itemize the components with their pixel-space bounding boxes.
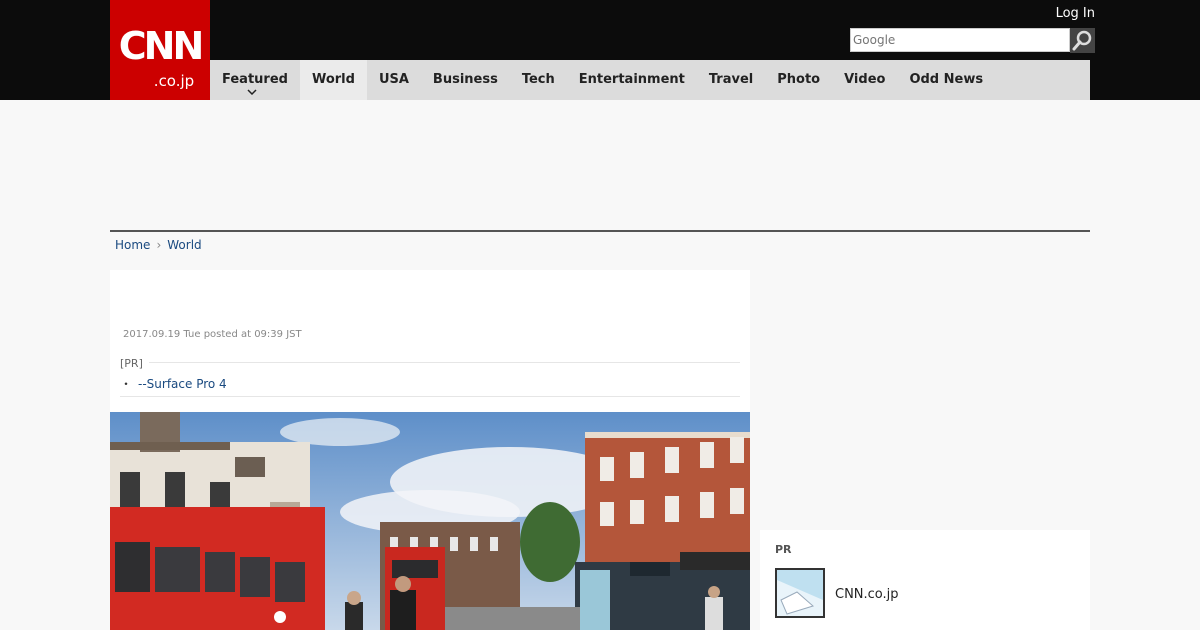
sidebar-pr-label: PR [775, 543, 792, 556]
nav-label: Featured [222, 72, 288, 87]
pr-ad-text: --Surface Pro 4 [138, 377, 227, 391]
pr-ad-link[interactable]: ・ --Surface Pro 4 [120, 375, 227, 392]
nav-item-featured[interactable]: Featured [210, 60, 300, 100]
nav-item-travel[interactable]: Travel [697, 60, 765, 100]
magnifier-icon [1072, 30, 1092, 51]
post-date: 2017.09.19 Tue posted at 09:39 JST [123, 329, 302, 340]
logo-main-text: CNN [118, 24, 205, 68]
nav-item-world[interactable]: World [299, 60, 367, 100]
chevron-right-icon: › [156, 238, 162, 252]
search-input[interactable] [850, 28, 1070, 52]
cnn-logo[interactable]: CNN .co.jp [110, 0, 210, 100]
nav-item-tech[interactable]: Tech [510, 60, 567, 100]
article-card: 2017.09.19 Tue posted at 09:39 JST [PR] … [110, 270, 750, 630]
nav-item-entertainment[interactable]: Entertainment [567, 60, 697, 100]
login-link[interactable]: Log In [1056, 6, 1095, 21]
bullet-icon: ・ [120, 377, 133, 391]
breadcrumb-home[interactable]: Home [115, 238, 150, 252]
nav-item-video[interactable]: Video [832, 60, 897, 100]
pr-divider-bottom [120, 396, 740, 397]
nav-item-usa[interactable]: USA [367, 60, 421, 100]
pr-divider-top [120, 362, 740, 363]
section-divider [110, 230, 1090, 232]
nav-item-odd-news[interactable]: Odd News [897, 60, 995, 100]
sidebar-pr-box: PR CNN.co.jp [760, 530, 1090, 630]
main-nav: Featured World USA Business Tech Enterta… [210, 60, 1090, 100]
nav-item-photo[interactable]: Photo [765, 60, 832, 100]
search-button[interactable] [1070, 28, 1095, 53]
logo-sub-text: .co.jp [153, 72, 195, 90]
breadcrumb-current[interactable]: World [167, 238, 201, 252]
article-photo[interactable] [110, 412, 750, 630]
street-scene-image [110, 412, 750, 630]
sidebar-thumbnail[interactable] [775, 568, 825, 618]
breadcrumb: Home › World [115, 238, 202, 252]
sidebar-item-name[interactable]: CNN.co.jp [835, 587, 899, 602]
envelope-icon [777, 570, 823, 616]
pr-label: [PR] [120, 357, 149, 370]
nav-item-business[interactable]: Business [421, 60, 510, 100]
